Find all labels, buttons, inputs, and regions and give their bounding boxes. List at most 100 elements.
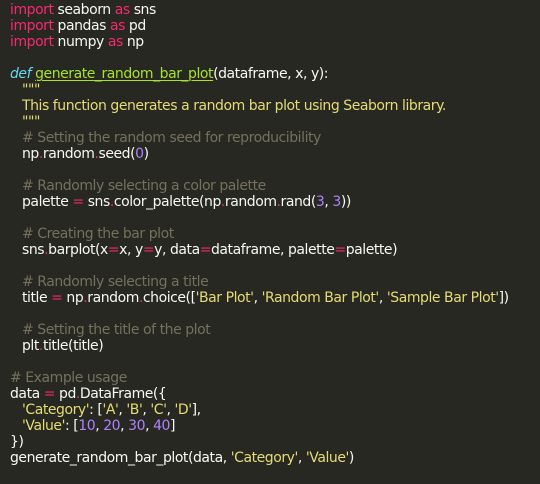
code-line-27: 'Value': [10, 20, 30, 40] <box>0 418 540 434</box>
code-text: ]) <box>498 290 509 306</box>
code-text: y, data <box>154 242 200 258</box>
code-line-7: This function generates a random bar plo… <box>0 98 540 114</box>
code-line-29: generate_random_bar_plot(data, 'Category… <box>0 450 540 466</box>
function-name: generate_random_bar_plot <box>35 66 214 82</box>
number-literal: 3 <box>332 194 341 210</box>
code-line-16: sns.barplot(x=x, y=y, data=dataframe, pa… <box>0 242 540 258</box>
docstring-quote: """ <box>22 114 40 130</box>
string-literal: 'Sample Bar Plot' <box>386 290 499 306</box>
code-text: DataFrame({ <box>79 386 167 402</box>
operator: = <box>107 242 120 258</box>
operator: = <box>334 242 346 258</box>
code-text: choice([ <box>142 290 196 306</box>
code-text: rand( <box>280 194 317 210</box>
code-text: )) <box>340 194 351 210</box>
code-editor[interactable]: import seaborn as sns import pandas as p… <box>0 0 540 484</box>
keyword: as <box>114 2 130 18</box>
string-literal: 'Category' <box>22 402 90 418</box>
code-line-2: import pandas as pd <box>0 18 540 34</box>
string-literal: 'Category' <box>230 450 299 466</box>
keyword: import <box>10 2 54 18</box>
code-text: ], <box>191 402 201 418</box>
code-line-25: data = pd.DataFrame({ <box>0 386 540 402</box>
code-text: : [ <box>65 418 79 434</box>
number-literal: 30 <box>128 418 146 434</box>
docstring-text: This function generates a random bar plo… <box>22 98 446 114</box>
operator: = <box>142 242 155 258</box>
code-text: (dataframe, x, y): <box>213 66 329 82</box>
code-text: random <box>42 146 95 162</box>
code-text: , <box>120 418 129 434</box>
code-text: palette <box>22 194 73 210</box>
code-text: np <box>22 146 39 162</box>
code-text: np <box>62 290 84 306</box>
operator: = <box>51 290 63 306</box>
code-text: seed( <box>98 146 136 162</box>
code-text: dataframe, palette <box>210 242 335 258</box>
code-text: color_palette(np <box>113 194 222 210</box>
code-text: sns <box>129 2 157 18</box>
code-text: sns <box>83 194 111 210</box>
code-text: generate_random_bar_plot(data, <box>10 450 231 466</box>
code-line-18: # Randomly selecting a title <box>0 274 540 290</box>
comment: # Creating the bar plot <box>22 226 174 242</box>
number-literal: 20 <box>103 418 121 434</box>
code-line-9: # Setting the random seed for reproducib… <box>0 130 540 146</box>
keyword: import <box>10 34 54 50</box>
code-text: title(title) <box>42 338 104 354</box>
code-line-3: import numpy as np <box>0 34 540 50</box>
code-text: data <box>10 386 44 402</box>
comment: # Example usage <box>10 370 127 386</box>
def-keyword: def <box>10 66 32 82</box>
number-literal: 10 <box>78 418 96 434</box>
code-line-21: # Setting the title of the plot <box>0 322 540 338</box>
code-line-8: """ <box>0 114 540 130</box>
number-literal: 0 <box>135 146 144 162</box>
code-line-13: palette = sns.color_palette(np.random.ra… <box>0 194 540 210</box>
code-text: pandas <box>53 18 110 34</box>
operator: = <box>199 242 212 258</box>
code-text: : [ <box>89 402 103 418</box>
code-line-19: title = np.random.choice(['Bar Plot', 'R… <box>0 290 540 306</box>
code-text: palette) <box>345 242 398 258</box>
code-text: random <box>224 194 277 210</box>
code-line-26: 'Category': ['A', 'B', 'C', 'D'], <box>0 402 540 418</box>
code-line-28: }) <box>0 434 540 450</box>
operator: = <box>72 194 84 210</box>
code-line-24: # Example usage <box>0 370 540 386</box>
code-text: title <box>22 290 52 306</box>
string-literal: 'Random Bar Plot' <box>261 290 380 306</box>
code-line-10: np.random.seed(0) <box>0 146 540 162</box>
code-text: random <box>87 290 139 306</box>
comment: # Setting the random seed for reproducib… <box>22 130 321 146</box>
code-text: }) <box>10 434 24 450</box>
string-literal: 'Value' <box>22 418 65 434</box>
code-text: , <box>297 450 306 466</box>
code-text: barplot(x <box>48 242 108 258</box>
string-literal: 'A' <box>102 402 119 418</box>
code-line-6: """ <box>0 82 540 98</box>
keyword: as <box>107 34 123 50</box>
comment: # Randomly selecting a title <box>22 274 209 290</box>
code-text: ] <box>170 418 176 434</box>
code-line-15: # Creating the bar plot <box>0 226 540 242</box>
code-text: ) <box>143 146 149 162</box>
code-text: pd <box>55 386 76 402</box>
code-text: , <box>145 418 154 434</box>
operator: = <box>43 386 56 402</box>
string-literal: 'C' <box>150 402 167 418</box>
keyword: as <box>109 18 125 34</box>
code-text: sns <box>22 242 45 258</box>
code-text: plt <box>22 338 39 354</box>
code-text: numpy <box>53 34 108 50</box>
code-line-5: def generate_random_bar_plot(dataframe, … <box>0 66 540 82</box>
string-literal: 'Bar Plot' <box>195 290 254 306</box>
code-text: x, y <box>119 242 143 258</box>
code-text: pd <box>124 18 146 34</box>
